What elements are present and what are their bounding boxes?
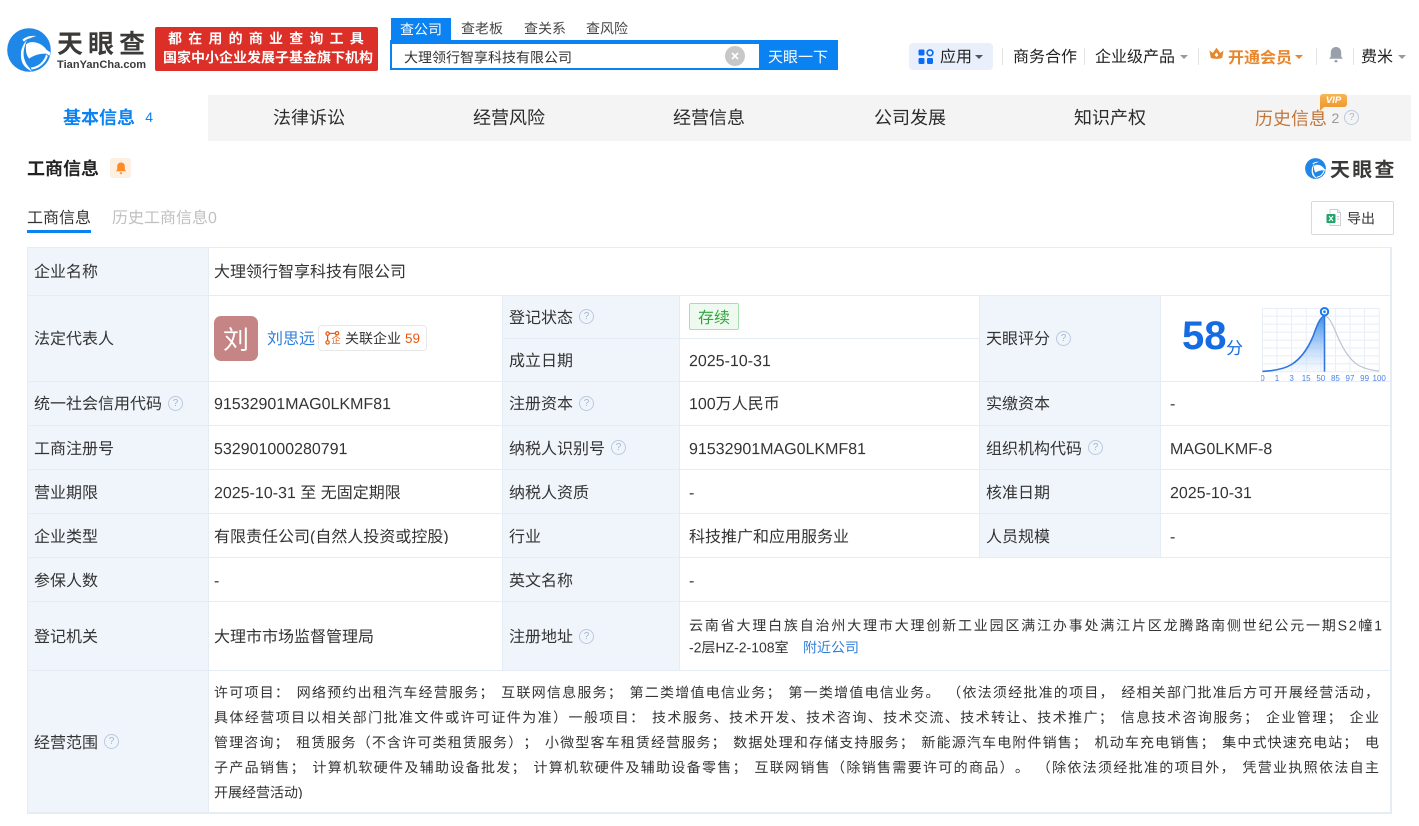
svg-text:3: 3 [1289,374,1294,382]
svg-text:99: 99 [1360,374,1369,382]
svg-text:15: 15 [1302,374,1311,382]
svg-text:97: 97 [1346,374,1355,382]
svg-text:1: 1 [1275,374,1280,382]
svg-text:50: 50 [1316,374,1325,382]
svg-text:0: 0 [1261,374,1265,382]
svg-text:85: 85 [1331,374,1340,382]
svg-text:100: 100 [1373,374,1387,382]
